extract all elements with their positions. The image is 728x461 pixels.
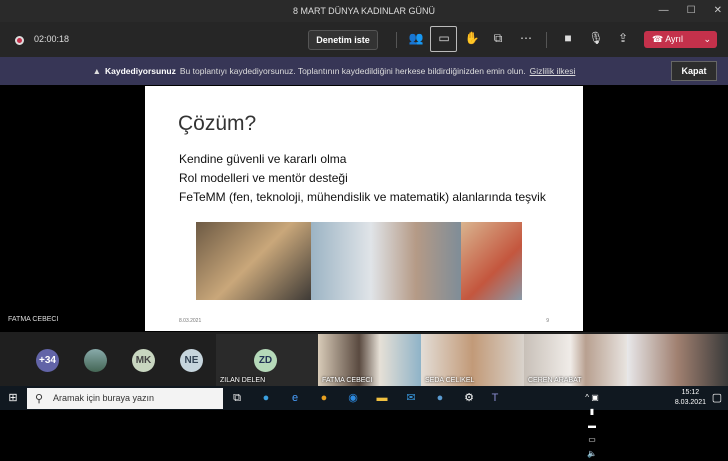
title-bar: 8 MART DÜNYA KADINLAR GÜNÜ — ☐ ✕ bbox=[0, 0, 728, 22]
participant-avatar[interactable]: MK bbox=[132, 349, 155, 372]
system-tray-icons[interactable]: ^ ▣ ▮ ▬ ▭ 🔈 bbox=[585, 391, 599, 458]
participant-tile[interactable]: FATMA CEBECI bbox=[318, 334, 421, 386]
meeting-toolbar: 02:00:18 Denetim iste 👥 ▭ ✋ ⧉ ⋯ ■ 🎙 ⇪ ☎ … bbox=[0, 22, 728, 57]
warning-icon: ▲ bbox=[92, 66, 101, 76]
shared-slide: Çözüm? Kendine güvenli ve kararlı olma R… bbox=[145, 86, 583, 331]
participant-tile[interactable] bbox=[627, 334, 728, 386]
more-icon[interactable]: ⋯ bbox=[517, 31, 535, 45]
clock-date: 8.03.2021 bbox=[674, 399, 706, 406]
windows-start-icon[interactable]: ⊞ bbox=[6, 391, 20, 405]
chrome-icon[interactable]: ● bbox=[317, 391, 331, 405]
leave-button[interactable]: ☎ Ayrıl ⌄ bbox=[644, 31, 717, 48]
banner-message: Bu toplantıyı kaydediyorsunuz. Toplantın… bbox=[179, 66, 526, 76]
internet-explorer-icon[interactable]: e bbox=[288, 391, 302, 405]
participant-avatar[interactable]: NE bbox=[180, 349, 203, 372]
participant-avatar[interactable] bbox=[84, 349, 107, 372]
search-icon: ⚲ bbox=[34, 393, 44, 405]
recording-banner: ▲ Kaydediyorsunuz Bu toplantıyı kaydediy… bbox=[0, 57, 728, 85]
close-icon[interactable]: ✕ bbox=[714, 0, 722, 22]
leave-label: Ayrıl bbox=[665, 34, 684, 44]
slide-bullet: Rol modelleri ve mentör desteği bbox=[179, 171, 348, 185]
request-control-button[interactable]: Denetim iste bbox=[308, 30, 378, 50]
phone-icon: ☎ bbox=[652, 34, 666, 44]
privacy-link[interactable]: Gizlilik ilkesi bbox=[530, 66, 576, 76]
file-explorer-icon[interactable]: ▬ bbox=[375, 391, 389, 405]
teams-icon[interactable]: T bbox=[488, 391, 502, 405]
clock-time: 15:12 bbox=[681, 389, 700, 396]
more-participants-button[interactable]: +34 bbox=[36, 349, 59, 372]
participant-tile[interactable]: SEDA CELIKEL bbox=[421, 334, 524, 386]
banner-title: Kaydediyorsunuz bbox=[105, 66, 176, 76]
mail-icon[interactable]: ✉ bbox=[404, 391, 418, 405]
camera-icon[interactable]: ■ bbox=[559, 31, 577, 45]
minimize-icon[interactable]: — bbox=[659, 0, 669, 22]
presenter-name: FATMA CEBECI bbox=[8, 316, 59, 323]
slide-date: 8.03.2021 bbox=[179, 318, 202, 324]
teamviewer-icon[interactable]: ◉ bbox=[346, 391, 360, 405]
slide-bullet: Kendine güvenli ve kararlı olma bbox=[179, 152, 347, 166]
slide-title: Çözüm? bbox=[178, 112, 257, 135]
meeting-timer: 02:00:18 bbox=[34, 34, 70, 44]
participant-name: FATMA CEBECI bbox=[322, 377, 373, 384]
close-banner-button[interactable]: Kapat bbox=[671, 61, 717, 81]
participant-name: CEREN ARABAT bbox=[528, 377, 582, 384]
participants-icon[interactable]: 👥 bbox=[407, 31, 425, 45]
edge-icon[interactable]: ● bbox=[259, 391, 273, 405]
slide-bullet: FeTeMM (fen, teknoloji, mühendislik ve m… bbox=[179, 190, 546, 204]
participant-tile[interactable]: CEREN ARABAT bbox=[524, 334, 627, 386]
participant-tile[interactable]: ZD ZILAN DELEN bbox=[216, 334, 318, 386]
recording-icon bbox=[15, 36, 24, 45]
notifications-icon[interactable]: ▢ bbox=[710, 391, 724, 405]
chevron-down-icon[interactable]: ⌄ bbox=[703, 31, 711, 48]
rooms-icon[interactable]: ⧉ bbox=[489, 31, 507, 46]
taskbar-search-input[interactable]: Aramak için buraya yazın bbox=[27, 388, 223, 409]
slide-photos bbox=[196, 222, 522, 300]
share-screen-icon[interactable]: ⇪ bbox=[614, 31, 632, 45]
participant-name: ZILAN DELEN bbox=[220, 377, 266, 384]
raise-hand-icon[interactable]: ✋ bbox=[463, 31, 481, 45]
window-title: 8 MART DÜNYA KADINLAR GÜNÜ bbox=[292, 6, 436, 16]
slide-page: 9 bbox=[546, 318, 549, 324]
chat-icon[interactable]: ▭ bbox=[435, 31, 453, 45]
globe-icon[interactable]: ● bbox=[433, 391, 447, 405]
participant-avatar: ZD bbox=[254, 349, 277, 372]
maximize-icon[interactable]: ☐ bbox=[687, 0, 696, 22]
participant-name: SEDA CELIKEL bbox=[425, 377, 475, 384]
task-view-icon[interactable]: ⧉ bbox=[230, 391, 244, 405]
taskbar-clock[interactable]: 15:12 8.03.2021 bbox=[675, 388, 706, 408]
microphone-icon[interactable]: 🎙 bbox=[587, 31, 605, 45]
settings-icon[interactable]: ⚙ bbox=[462, 391, 476, 405]
